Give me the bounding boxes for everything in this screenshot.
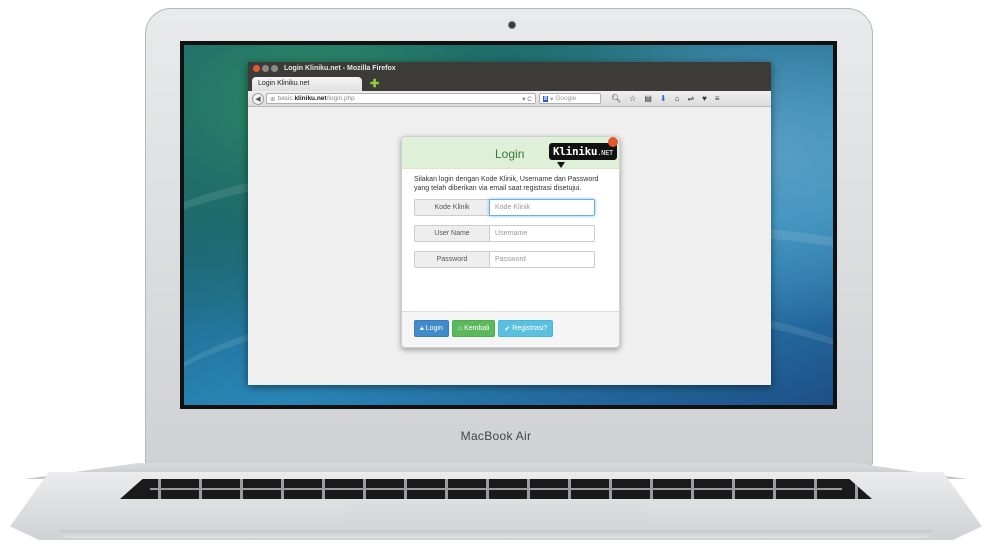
login-panel-footer: 🔒︎ Login ⌂ Kembali ✔ Registrasi?	[402, 311, 619, 347]
logo-tail-decoration	[557, 162, 565, 168]
kode-klinik-label: Kode Klinik	[414, 199, 489, 216]
back-button[interactable]: ⌂ Kembali	[451, 320, 496, 337]
pocket-icon[interactable]: ♥	[702, 94, 707, 103]
search-input[interactable]: 8 ▾ Google	[539, 93, 601, 104]
search-engine-dropdown-icon[interactable]: ▾	[550, 95, 553, 103]
home-icon: ⌂	[457, 325, 463, 332]
username-label: User Name	[414, 225, 489, 242]
toolbar-icons: 🔍︎ ☆ ▤ ⬇ ⌂ ⇌ ♥ ≡	[611, 94, 720, 103]
close-icon[interactable]	[253, 65, 260, 72]
share-icon[interactable]: ⇌	[687, 94, 694, 103]
login-instructions: Silakan login dengan Kode Klinik, Userna…	[414, 176, 599, 192]
keyboard-row-divider	[150, 488, 842, 490]
window-title: Login Kliniku.net - Mozilla Firefox	[284, 65, 396, 72]
search-placeholder: Google	[555, 95, 577, 102]
menu-icon[interactable]: ≡	[715, 94, 720, 103]
tab-login[interactable]: Login Kliniku.net	[252, 77, 362, 91]
window-titlebar: Login Kliniku.net - Mozilla Firefox	[248, 62, 771, 75]
kliniku-logo: Kliniku.NET	[549, 143, 617, 160]
home-icon[interactable]: ⌂	[675, 94, 680, 103]
search-icon[interactable]: 🔍︎	[611, 94, 621, 103]
firefox-window: Login Kliniku.net - Mozilla Firefox Logi…	[248, 62, 771, 385]
url-bar[interactable]: ⊕ basic. kliniku.net/login.php ▾ C	[266, 93, 536, 104]
globe-icon: ⊕	[270, 95, 276, 103]
tab-strip: Login Kliniku.net ✚	[248, 75, 771, 91]
google-icon: 8	[543, 95, 549, 102]
laptop-scene: Login Kliniku.net - Mozilla Firefox Logi…	[0, 0, 992, 545]
field-row-username: User Name Username	[414, 225, 607, 242]
register-button[interactable]: ✔ Registrasi?	[498, 320, 554, 337]
page-title: Login	[495, 147, 525, 161]
url-prefix: basic.	[277, 95, 295, 102]
logo-badge-icon	[608, 137, 618, 147]
tab-label: Login Kliniku.net	[258, 80, 310, 87]
lock-icon: 🔒︎	[420, 324, 424, 332]
username-input[interactable]: Username	[489, 225, 595, 242]
download-icon[interactable]: ⬇	[660, 94, 667, 103]
login-panel-header: Login Kliniku.NET	[402, 137, 619, 169]
device-label: MacBook Air	[460, 429, 532, 443]
register-button-label: Registrasi?	[512, 325, 548, 332]
login-panel: Login Kliniku.NET Silakan login dengan K…	[401, 136, 620, 348]
password-label: Password	[414, 251, 489, 268]
minimize-icon[interactable]	[262, 65, 269, 72]
navigation-toolbar: ◀ ⊕ basic. kliniku.net/login.php ▾ C 8 ▾ …	[248, 91, 771, 107]
url-path: /login.php	[326, 95, 355, 102]
kode-klinik-input[interactable]: Kode Klinik	[489, 199, 595, 216]
login-button[interactable]: 🔒︎ Login	[414, 320, 449, 337]
field-row-kode-klinik: Kode Klinik Kode Klinik	[414, 199, 607, 216]
login-button-label: Login	[425, 325, 443, 332]
camera-icon	[508, 21, 516, 29]
check-circle-icon: ✔	[504, 325, 511, 333]
back-button-label: Kembali	[464, 325, 490, 332]
field-row-password: Password Password	[414, 251, 607, 268]
reload-icon[interactable]: ▾ C	[522, 95, 532, 103]
back-arrow-icon[interactable]: ◀	[252, 92, 264, 105]
new-tab-icon[interactable]: ✚	[370, 77, 379, 91]
bookmarks-list-icon[interactable]: ▤	[644, 94, 652, 103]
maximize-icon[interactable]	[271, 65, 278, 72]
password-input[interactable]: Password	[489, 251, 595, 268]
url-domain: kliniku.net	[294, 95, 327, 102]
bookmark-star-icon[interactable]: ☆	[629, 94, 636, 103]
laptop-front-edge	[60, 530, 932, 538]
login-panel-body: Silakan login dengan Kode Klinik, Userna…	[402, 169, 619, 268]
trackpad	[345, 500, 645, 526]
page-content: Login Kliniku.NET Silakan login dengan K…	[248, 107, 771, 385]
